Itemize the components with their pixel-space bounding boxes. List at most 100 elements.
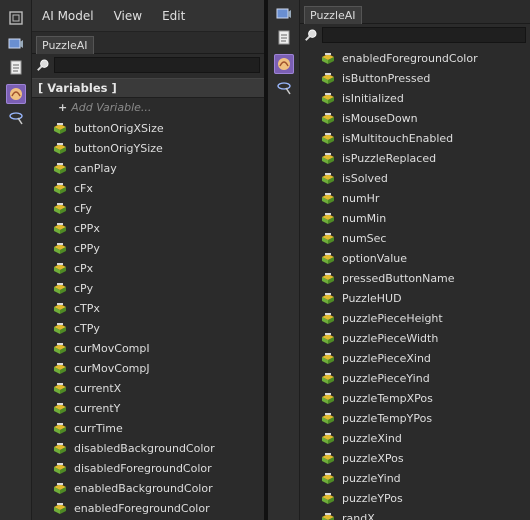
- variables-list: enabledForegroundColor isButtonPressed isI…: [300, 48, 530, 520]
- variable-row[interactable]: cFy: [32, 198, 264, 218]
- search-icon: [32, 56, 54, 74]
- variable-name: buttonOrigYSize: [74, 141, 163, 155]
- variable-row[interactable]: cPy: [32, 278, 264, 298]
- variable-row[interactable]: enabledForegroundColor: [32, 498, 264, 518]
- variable-row[interactable]: cTPx: [32, 298, 264, 318]
- variable-name: buttonOrigXSize: [74, 121, 164, 135]
- variable-cube-icon: [320, 450, 342, 466]
- variable-name: disabledBackgroundColor: [74, 441, 215, 455]
- variable-name: currentY: [74, 401, 121, 415]
- variable-row[interactable]: puzzleYPos: [300, 488, 530, 508]
- variable-name: currTime: [74, 421, 123, 435]
- variable-cube-icon: [320, 490, 342, 506]
- variable-row[interactable]: cTPy: [32, 318, 264, 338]
- variable-row[interactable]: cPPy: [32, 238, 264, 258]
- variable-row[interactable]: isSolved: [300, 168, 530, 188]
- variable-name: disabledForegroundColor: [74, 461, 212, 475]
- variable-row[interactable]: buttonOrigXSize: [32, 118, 264, 138]
- search-row: [32, 54, 264, 76]
- variable-name: cPx: [74, 261, 94, 275]
- variable-row[interactable]: currentX: [32, 378, 264, 398]
- document-icon[interactable]: [274, 28, 294, 48]
- tab-puzzleai[interactable]: PuzzleAI: [36, 36, 94, 54]
- variable-row[interactable]: canPlay: [32, 158, 264, 178]
- variable-name: enabledForegroundColor: [74, 501, 210, 515]
- menu-view[interactable]: View: [104, 9, 152, 23]
- variable-row[interactable]: puzzleXPos: [300, 448, 530, 468]
- variable-row[interactable]: puzzlePieceXind: [300, 348, 530, 368]
- variable-row[interactable]: isButtonPressed: [300, 68, 530, 88]
- variable-cube-icon: [320, 170, 342, 186]
- variable-name: puzzleYPos: [342, 491, 403, 505]
- variable-row[interactable]: numMin: [300, 208, 530, 228]
- window-icon[interactable]: [6, 8, 26, 28]
- tab-puzzleai[interactable]: PuzzleAI: [304, 6, 362, 24]
- variable-row[interactable]: currentY: [32, 398, 264, 418]
- variable-cube-icon: [320, 190, 342, 206]
- variable-row[interactable]: puzzleTempXPos: [300, 388, 530, 408]
- variable-name: puzzleXPos: [342, 451, 404, 465]
- variable-name: numSec: [342, 231, 387, 245]
- variable-row[interactable]: puzzleXind: [300, 428, 530, 448]
- scene-icon[interactable]: [6, 34, 26, 54]
- variables-section-header[interactable]: [ Variables ]: [32, 78, 264, 98]
- variable-row[interactable]: puzzlePieceWidth: [300, 328, 530, 348]
- variable-row[interactable]: PuzzleHUD: [300, 288, 530, 308]
- variable-name: cTPy: [74, 321, 100, 335]
- variable-row[interactable]: isMouseDown: [300, 108, 530, 128]
- variable-name: curMovCompI: [74, 341, 150, 355]
- variable-cube-icon: [52, 500, 74, 516]
- variable-name: currentX: [74, 381, 122, 395]
- variable-cube-icon: [320, 350, 342, 366]
- ai-model-icon[interactable]: [274, 54, 294, 74]
- variable-row[interactable]: puzzleTempYPos: [300, 408, 530, 428]
- variable-name: isInitialized: [342, 91, 404, 105]
- variable-cube-icon: [52, 280, 74, 296]
- variable-row[interactable]: numHr: [300, 188, 530, 208]
- variable-cube-icon: [320, 110, 342, 126]
- variable-row[interactable]: puzzleYind: [300, 468, 530, 488]
- wand-icon[interactable]: [6, 108, 26, 128]
- add-variable-button[interactable]: + Add Variable...: [32, 98, 264, 118]
- variable-row[interactable]: cFx: [32, 178, 264, 198]
- variable-row[interactable]: cPPx: [32, 218, 264, 238]
- tab-row: PuzzleAI: [32, 34, 264, 54]
- menu-ai-model[interactable]: AI Model: [32, 9, 104, 23]
- variable-cube-icon: [320, 130, 342, 146]
- variable-cube-icon: [320, 310, 342, 326]
- variable-cube-icon: [52, 220, 74, 236]
- variable-row[interactable]: optionValue: [300, 248, 530, 268]
- variable-row[interactable]: puzzlePieceYind: [300, 368, 530, 388]
- variable-row[interactable]: disabledForegroundColor: [32, 458, 264, 478]
- variable-row[interactable]: pressedButtonName: [300, 268, 530, 288]
- variable-row[interactable]: curMovCompJ: [32, 358, 264, 378]
- search-row: [300, 24, 530, 46]
- search-input[interactable]: [322, 27, 526, 43]
- variable-row[interactable]: currTime: [32, 418, 264, 438]
- variable-row[interactable]: enabledBackgroundColor: [32, 478, 264, 498]
- variable-row[interactable]: buttonOrigYSize: [32, 138, 264, 158]
- menu-edit[interactable]: Edit: [152, 9, 195, 23]
- variable-row[interactable]: randX: [300, 508, 530, 520]
- scene-icon[interactable]: [274, 4, 294, 24]
- variable-cube-icon: [320, 70, 342, 86]
- wand-icon[interactable]: [274, 78, 294, 98]
- search-input[interactable]: [54, 57, 260, 73]
- variable-row[interactable]: isMultitouchEnabled: [300, 128, 530, 148]
- variable-row[interactable]: isPuzzleReplaced: [300, 148, 530, 168]
- variable-row[interactable]: enabledForegroundColor: [300, 48, 530, 68]
- variable-row[interactable]: cPx: [32, 258, 264, 278]
- variable-row[interactable]: isInitialized: [300, 88, 530, 108]
- document-icon[interactable]: [6, 58, 26, 78]
- ai-model-icon[interactable]: [6, 84, 26, 104]
- variable-name: cPPx: [74, 221, 100, 235]
- variable-name: puzzleXind: [342, 431, 402, 445]
- variable-cube-icon: [52, 340, 74, 356]
- variable-cube-icon: [52, 160, 74, 176]
- variable-cube-icon: [52, 260, 74, 276]
- variable-name: numMin: [342, 211, 387, 225]
- variable-row[interactable]: puzzlePieceHeight: [300, 308, 530, 328]
- variable-row[interactable]: disabledBackgroundColor: [32, 438, 264, 458]
- variable-row[interactable]: curMovCompI: [32, 338, 264, 358]
- variable-row[interactable]: numSec: [300, 228, 530, 248]
